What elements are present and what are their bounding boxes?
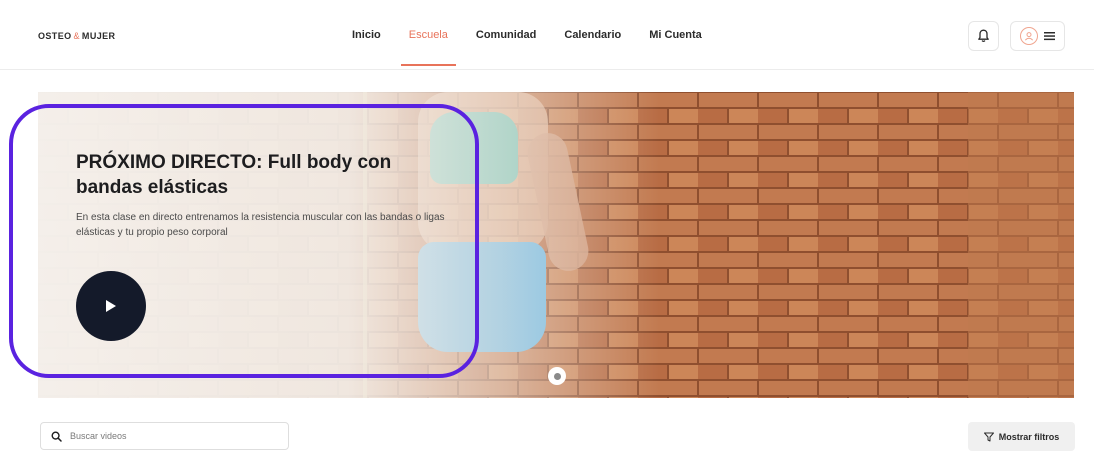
show-filters-label: Mostrar filtros xyxy=(998,431,1060,442)
logo[interactable]: OSTEO & MUJER xyxy=(38,31,115,41)
carousel-indicator-dot xyxy=(553,372,561,380)
nav-item-inicio[interactable]: Inicio xyxy=(350,0,383,70)
nav-item-mi-cuenta[interactable]: Mi Cuenta xyxy=(647,0,704,70)
hamburger-menu-icon xyxy=(1044,32,1055,41)
search-box[interactable] xyxy=(40,422,289,450)
search-icon xyxy=(51,430,62,442)
user-menu-button[interactable] xyxy=(1010,21,1065,51)
nav-item-escuela[interactable]: Escuela xyxy=(400,0,457,70)
top-header: OSTEO & MUJER Inicio Escuela Comunidad Cal… xyxy=(0,0,1094,70)
nav-item-comunidad[interactable]: Comunidad xyxy=(474,0,539,70)
logo-text-left: OSTEO xyxy=(38,31,72,41)
logo-ampersand: & xyxy=(73,31,80,41)
filter-icon xyxy=(983,432,994,441)
bell-icon xyxy=(978,29,989,43)
search-input[interactable] xyxy=(70,431,270,441)
highlight-outline xyxy=(9,104,479,378)
nav-item-calendario[interactable]: Calendario xyxy=(562,0,623,70)
show-filters-button[interactable]: Mostrar filtros xyxy=(968,422,1075,451)
logo-text-right: MUJER xyxy=(81,31,116,41)
carousel-indicator[interactable] xyxy=(548,367,566,385)
user-avatar-icon xyxy=(1020,27,1038,45)
notifications-button[interactable] xyxy=(968,21,999,51)
main-nav: Inicio Escuela Comunidad Calendario Mi C… xyxy=(350,0,728,70)
